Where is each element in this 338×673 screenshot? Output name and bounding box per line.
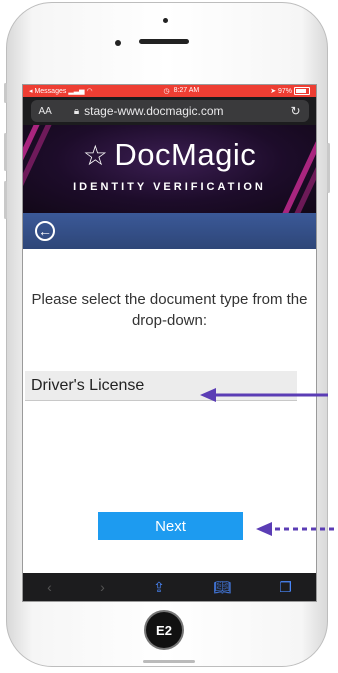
signal-icon: ▂▃▅ bbox=[68, 88, 85, 95]
text-size-button[interactable]: AA bbox=[39, 106, 52, 117]
url-text[interactable]: stage-www.docmagic.com bbox=[84, 104, 223, 118]
brand-banner: ☆ DocMagic IDENTITY VERIFICATION bbox=[23, 125, 316, 213]
forward-nav-icon[interactable]: › bbox=[100, 579, 105, 595]
tabs-icon[interactable]: ❐ bbox=[279, 579, 292, 596]
nav-bar: ← bbox=[23, 213, 316, 249]
address-bar[interactable]: AA 🔒︎ stage-www.docmagic.com ↻ bbox=[30, 100, 309, 122]
battery-icon bbox=[293, 87, 310, 96]
brand-logo: ☆ DocMagic bbox=[23, 137, 316, 173]
share-icon[interactable]: ⇪ bbox=[153, 579, 165, 596]
battery-percent: 97% bbox=[278, 87, 293, 95]
next-button[interactable]: Next bbox=[98, 512, 243, 540]
alarm-icon: ◷ bbox=[163, 88, 170, 95]
location-icon: ➤ bbox=[270, 87, 277, 95]
bottom-edge bbox=[143, 660, 195, 663]
browser-toolbar: ‹ › ⇪ 📖︎ ❐ bbox=[23, 573, 316, 601]
status-time: 8:27 AM bbox=[173, 87, 200, 94]
sensor-dot bbox=[115, 40, 121, 46]
browser-chrome: AA 🔒︎ stage-www.docmagic.com ↻ bbox=[23, 97, 316, 125]
brand-name: DocMagic bbox=[114, 137, 257, 172]
instruction-text: Please select the document type from the… bbox=[31, 291, 308, 329]
home-button-badge[interactable]: E2 bbox=[146, 612, 182, 648]
back-circle-icon[interactable]: ← bbox=[35, 221, 55, 241]
callout-arrow-solid bbox=[200, 388, 328, 402]
wifi-icon: ◠ bbox=[86, 88, 93, 95]
book-icon[interactable]: 📖︎ bbox=[213, 579, 231, 596]
lock-icon: 🔒︎ bbox=[73, 105, 80, 117]
star-logo-icon: ☆ bbox=[82, 140, 109, 171]
camera-dot bbox=[163, 18, 168, 23]
callout-arrow-dotted bbox=[256, 522, 334, 536]
brand-subtitle: IDENTITY VERIFICATION bbox=[73, 181, 266, 193]
back-nav-icon[interactable]: ‹ bbox=[47, 579, 52, 595]
reload-icon[interactable]: ↻ bbox=[290, 104, 300, 118]
back-to-app-link[interactable]: ◂ Messages bbox=[29, 88, 66, 95]
speaker-grille bbox=[139, 39, 189, 44]
status-bar: ◂ Messages ▂▃▅ ◠ ◷ 8:27 AM ➤ 97% bbox=[23, 85, 316, 97]
